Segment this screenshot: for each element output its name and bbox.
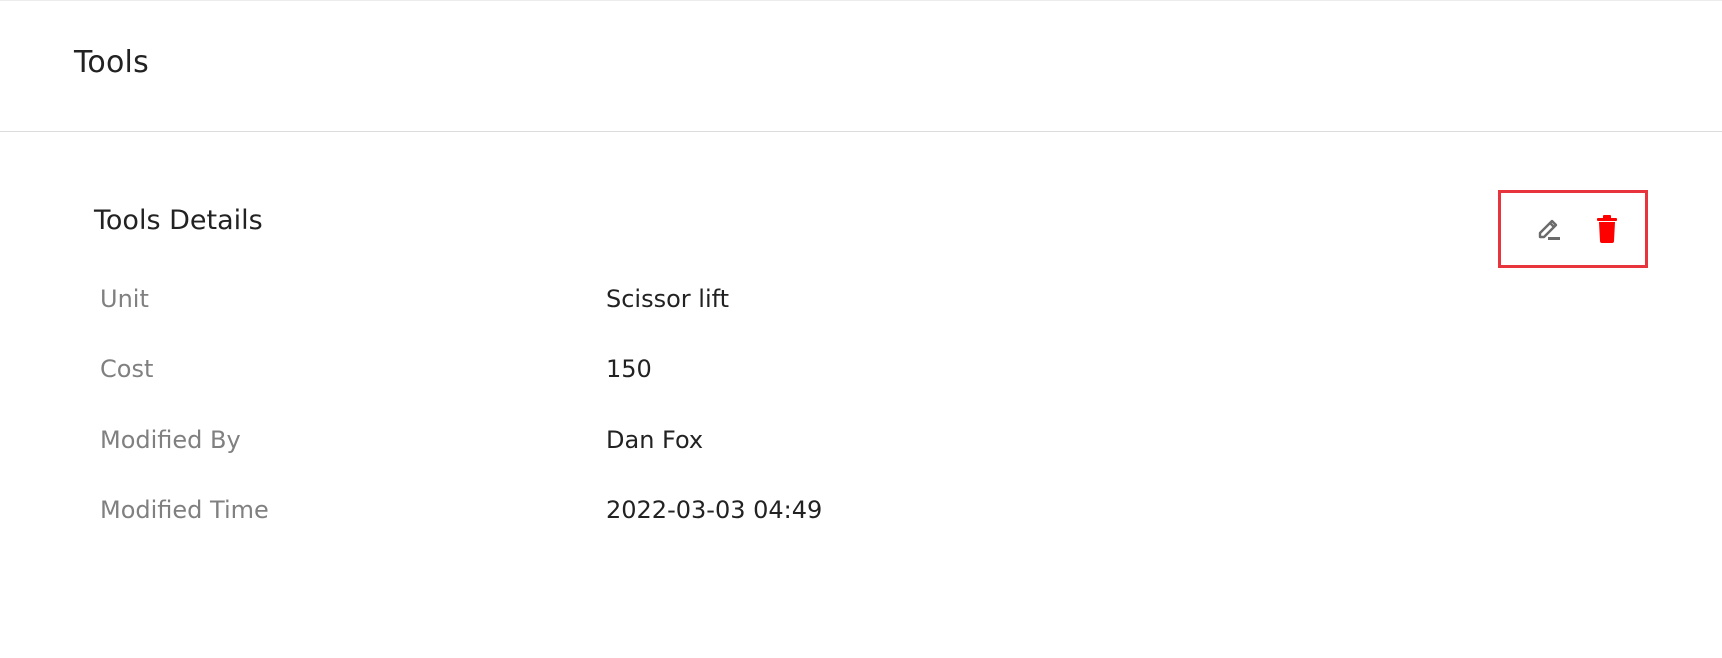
delete-button[interactable] [1589,211,1625,247]
detail-value: Dan Fox [606,426,704,454]
card-title: Tools Details [94,205,263,236]
detail-row-unit: Unit Scissor lift [100,285,1300,325]
actions-highlight-box [1498,190,1648,268]
detail-label: Modified By [100,426,241,454]
detail-value: 2022-03-03 04:49 [606,496,823,524]
trash-icon [1597,215,1617,243]
page-header: Tools [0,0,1722,132]
tools-details-card: Tools Details Unit Scissor lift Cost 150… [94,185,1654,585]
detail-row-modified-time: Modified Time 2022-03-03 04:49 [100,496,1300,536]
page: Tools Tools Details Unit Scissor lift Co… [0,0,1722,658]
detail-row-modified-by: Modified By Dan Fox [100,426,1300,466]
detail-label: Unit [100,285,149,313]
detail-row-cost: Cost 150 [100,355,1300,395]
detail-label: Cost [100,355,154,383]
edit-pencil-icon [1538,219,1560,240]
page-title: Tools [74,45,149,80]
detail-label: Modified Time [100,496,269,524]
edit-button[interactable] [1531,211,1567,247]
detail-value: Scissor lift [606,285,730,313]
detail-value: 150 [606,355,652,383]
